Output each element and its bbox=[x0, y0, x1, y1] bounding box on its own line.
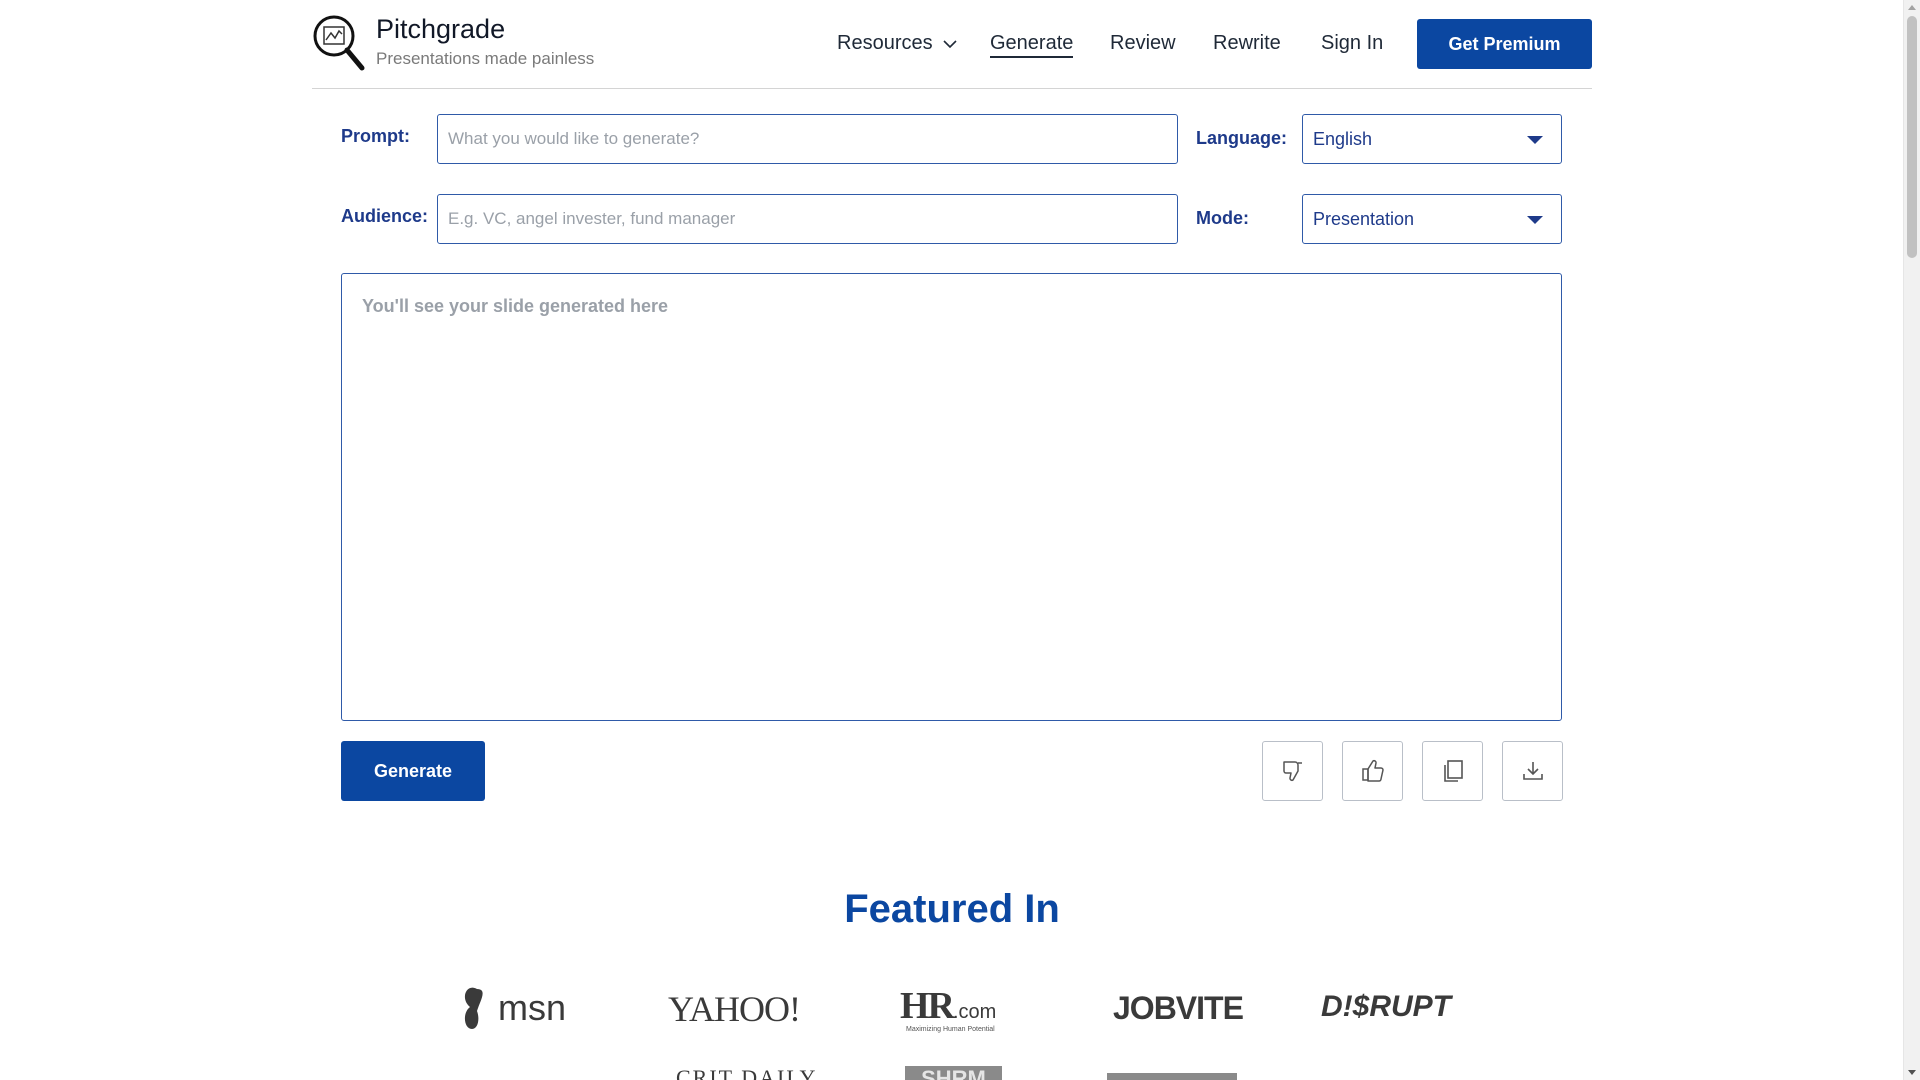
prompt-input[interactable] bbox=[437, 114, 1178, 164]
copy-icon bbox=[1443, 760, 1463, 782]
disrupt-logo: D!$RUPT bbox=[1321, 990, 1452, 1023]
nav-review[interactable]: Review bbox=[1110, 32, 1176, 55]
magnifier-chart-icon[interactable] bbox=[312, 14, 366, 72]
hr-logo-subtitle: Maximizing Human Potential bbox=[906, 1026, 995, 1033]
audience-label: Audience: bbox=[341, 206, 429, 226]
nav-sign-in[interactable]: Sign In bbox=[1321, 32, 1383, 55]
msn-logo: msn bbox=[460, 985, 566, 1031]
mode-select[interactable]: Presentation bbox=[1302, 194, 1562, 244]
thumbs-up-icon bbox=[1361, 759, 1384, 782]
yahoo-logo: YAHOO! bbox=[668, 989, 801, 1029]
site-header: Pitchgrade Presentations made painless R… bbox=[312, 0, 1592, 89]
language-select-value: English bbox=[1313, 128, 1373, 149]
copy-button[interactable] bbox=[1422, 741, 1483, 801]
caret-down-icon bbox=[1527, 136, 1543, 144]
partial-logo bbox=[1107, 1073, 1237, 1080]
language-label: Language: bbox=[1196, 128, 1288, 148]
audience-input[interactable] bbox=[437, 194, 1178, 244]
nav-rewrite[interactable]: Rewrite bbox=[1213, 32, 1281, 55]
hr-logo-main: HR bbox=[900, 985, 955, 1027]
scrollbar-thumb[interactable] bbox=[1907, 16, 1917, 258]
nav-generate[interactable]: Generate bbox=[990, 32, 1074, 58]
nav-resources[interactable]: Resources bbox=[837, 32, 957, 55]
page-scrollbar[interactable] bbox=[1903, 0, 1920, 1080]
brand-tagline: Presentations made painless bbox=[376, 49, 595, 68]
slide-output-area[interactable]: You'll see your slide generated here bbox=[341, 273, 1562, 721]
butterfly-icon bbox=[464, 987, 483, 1029]
crit-daily-logo: CRIT DAILY bbox=[676, 1065, 818, 1080]
generate-button[interactable]: Generate bbox=[341, 741, 485, 801]
mode-label: Mode: bbox=[1196, 208, 1249, 228]
thumbs-up-button[interactable] bbox=[1342, 741, 1403, 801]
prompt-label: Prompt: bbox=[341, 126, 410, 146]
thumbs-down-button[interactable] bbox=[1262, 741, 1323, 801]
language-select[interactable]: English bbox=[1302, 114, 1562, 164]
hr-com-logo: HR.com Maximizing Human Potential bbox=[900, 984, 997, 1033]
brand-name[interactable]: Pitchgrade bbox=[376, 14, 505, 45]
mode-select-value: Presentation bbox=[1313, 208, 1415, 229]
jobvite-logo: JOBVITE bbox=[1113, 990, 1244, 1026]
thumbs-down-icon bbox=[1282, 761, 1302, 782]
scroll-down-arrow-icon[interactable] bbox=[1908, 1070, 1916, 1075]
scroll-up-arrow-icon[interactable] bbox=[1908, 5, 1916, 10]
download-button[interactable] bbox=[1502, 741, 1563, 801]
output-placeholder: You'll see your slide generated here bbox=[362, 296, 669, 316]
caret-down-icon bbox=[1527, 216, 1543, 224]
nav-resources-label: Resources bbox=[837, 32, 933, 54]
shrm-logo: SHRM bbox=[905, 1066, 1002, 1080]
hr-logo-com: .com bbox=[953, 1001, 997, 1023]
download-icon bbox=[1522, 762, 1543, 780]
get-premium-button[interactable]: Get Premium bbox=[1417, 19, 1592, 69]
featured-title: Featured In bbox=[844, 887, 1060, 931]
msn-logo-text: msn bbox=[498, 987, 567, 1028]
chevron-down-icon bbox=[943, 39, 957, 48]
